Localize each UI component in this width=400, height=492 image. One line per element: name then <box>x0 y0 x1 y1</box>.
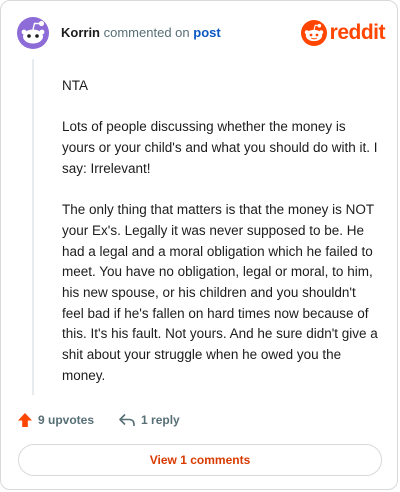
author-name[interactable]: Korrin <box>61 25 100 40</box>
thread-line[interactable] <box>32 59 34 395</box>
upvote-arrow-icon <box>18 413 32 427</box>
reply-count: 1 reply <box>141 413 180 427</box>
comment-card: Korrin commented on post reddit NTA Lots… <box>0 0 398 490</box>
avatar[interactable] <box>17 17 49 49</box>
reddit-snoo-icon <box>300 20 327 46</box>
reply-arrow-icon <box>119 413 135 426</box>
reply-button[interactable]: 1 reply <box>118 412 180 428</box>
comment-paragraph: Lots of people discussing whether the mo… <box>62 119 378 176</box>
comment-byline: Korrin commented on post <box>61 25 221 41</box>
comment-paragraph: NTA <box>62 78 88 93</box>
reddit-logo[interactable]: reddit <box>300 20 386 46</box>
comment-header: Korrin commented on post reddit <box>17 17 386 49</box>
view-comments-button[interactable]: View 1 comments <box>18 444 382 476</box>
commented-on-text: commented on <box>103 25 190 40</box>
post-link[interactable]: post <box>193 25 220 40</box>
reddit-wordmark: reddit <box>329 21 386 44</box>
comment-paragraph: The only thing that matters is that the … <box>62 202 378 383</box>
comment-actions: 9 upvotes 1 reply <box>17 409 180 431</box>
upvote-button[interactable]: 9 upvotes <box>17 412 94 428</box>
comment-body: NTA Lots of people discussing whether th… <box>62 76 380 407</box>
upvote-count: 9 upvotes <box>38 413 95 427</box>
